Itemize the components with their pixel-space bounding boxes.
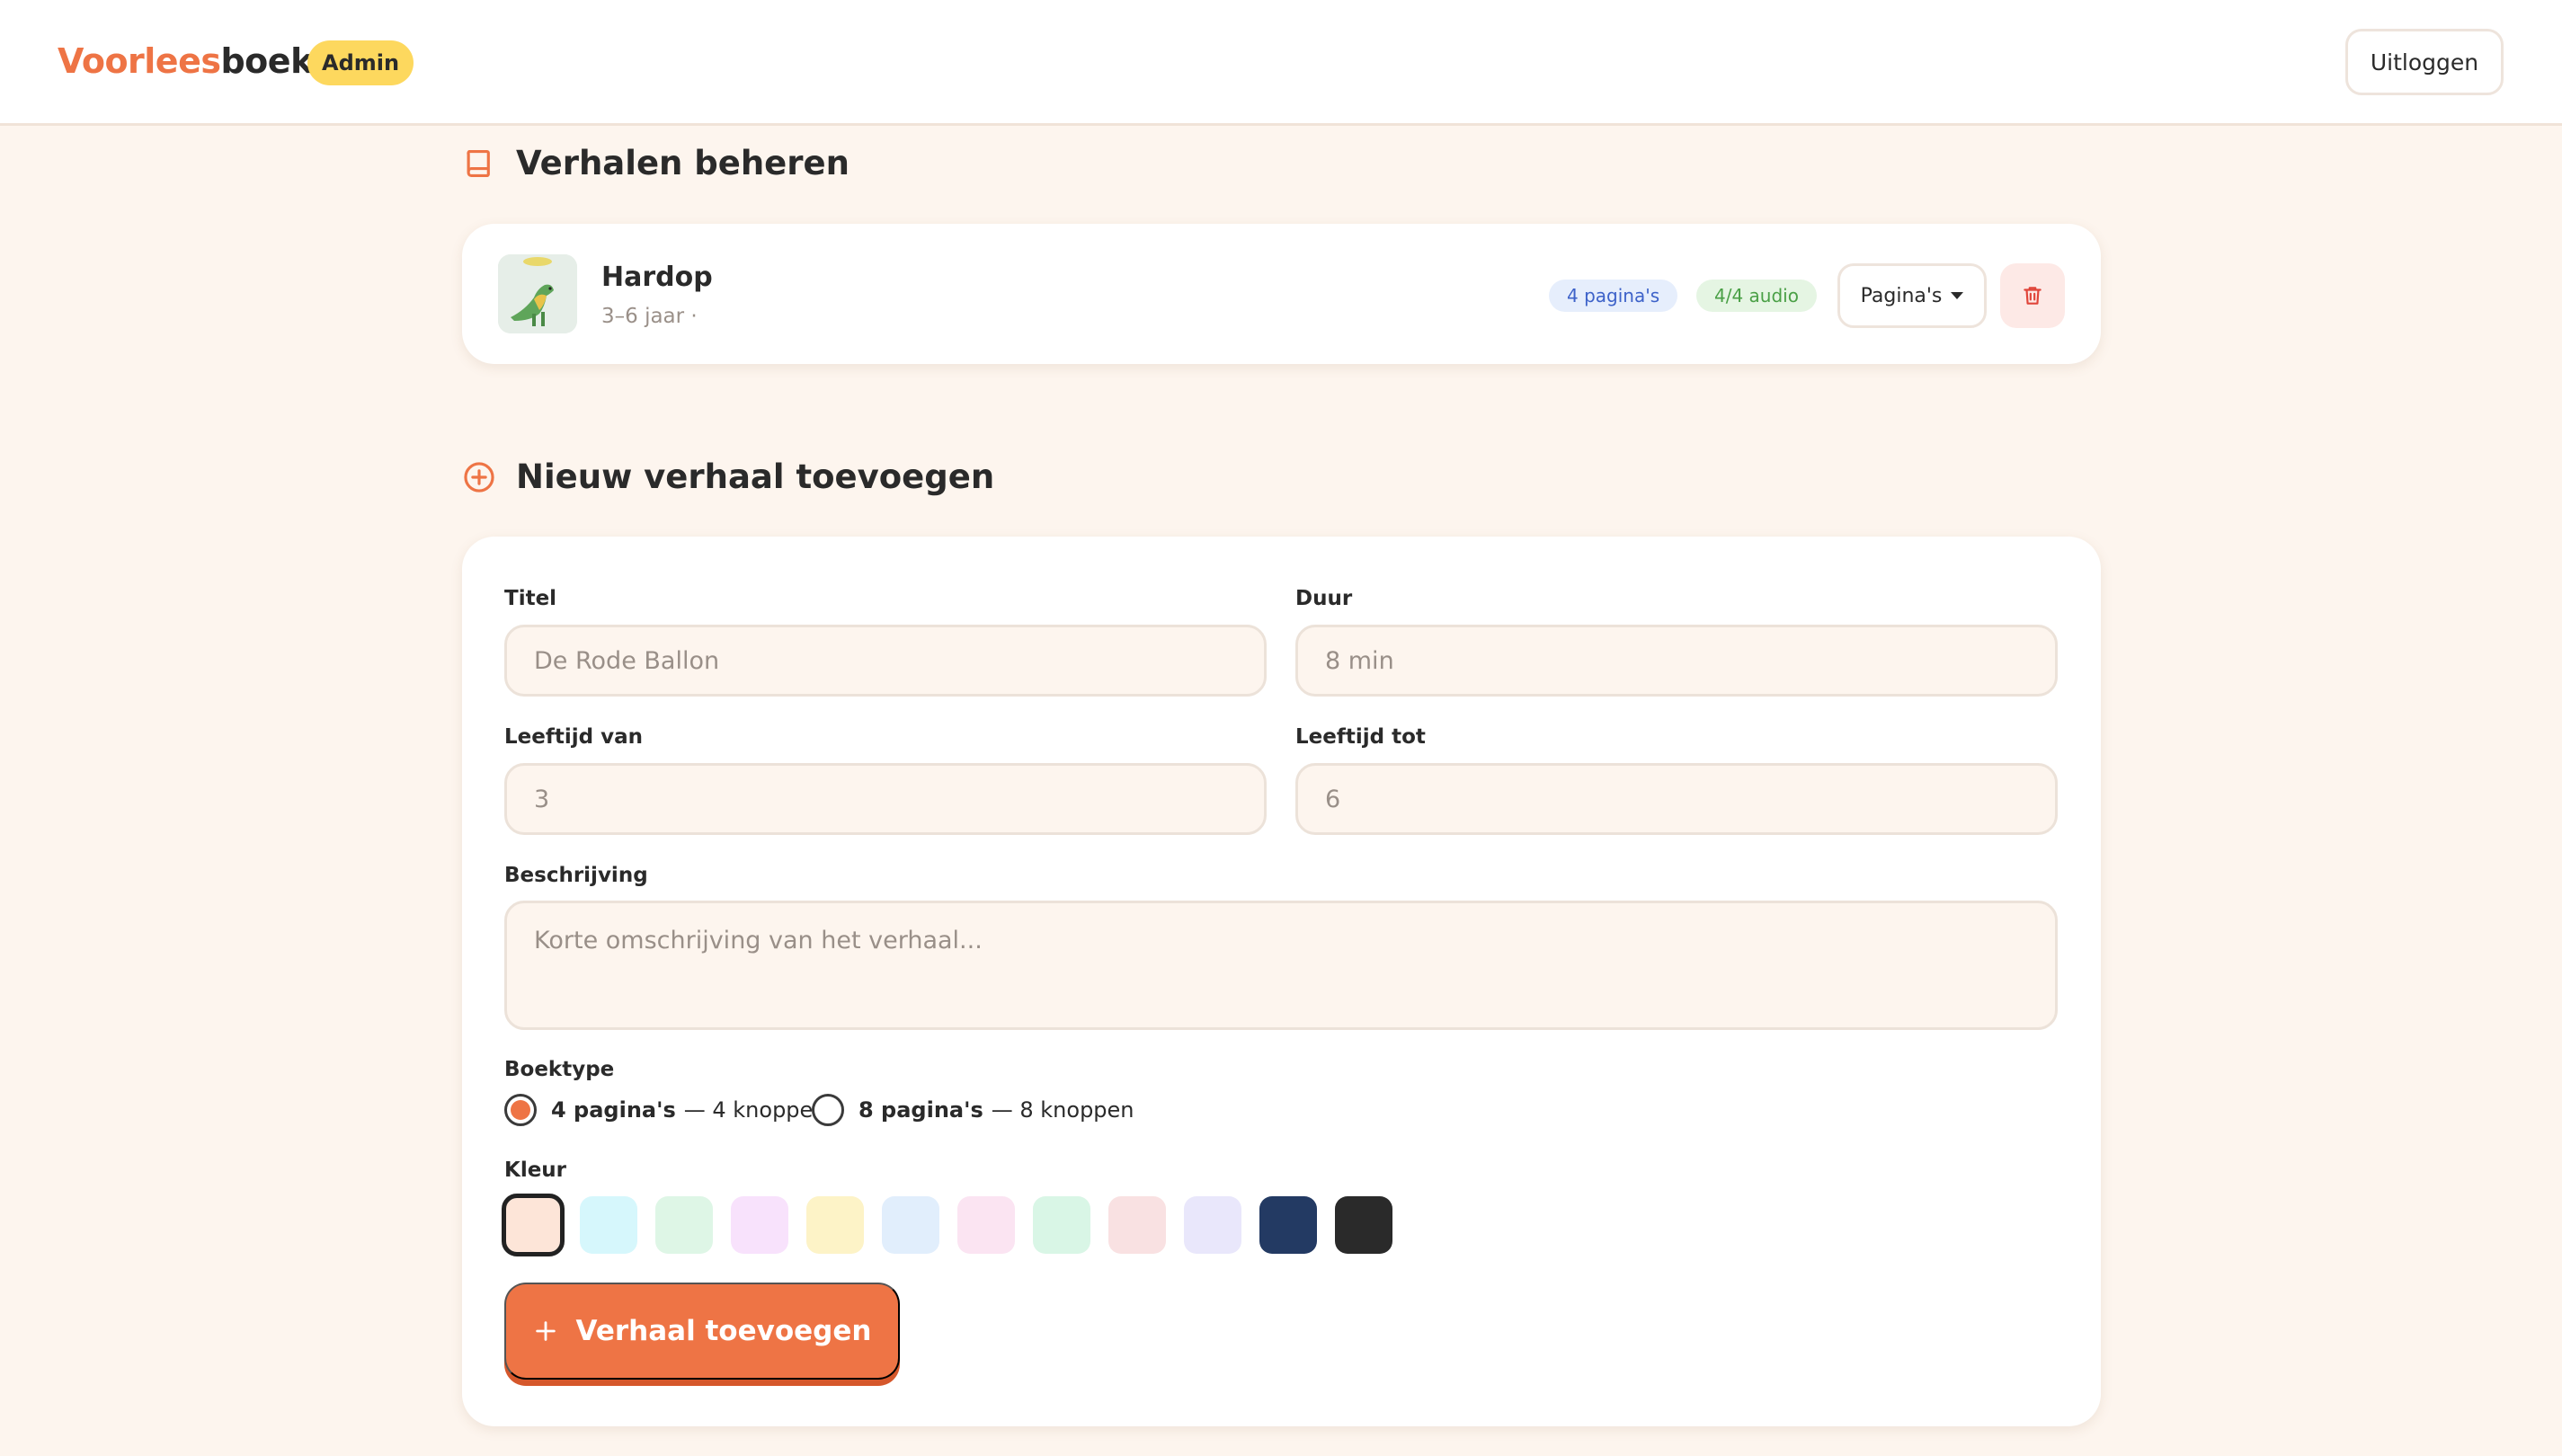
color-swatch[interactable] — [1335, 1196, 1392, 1254]
color-label: Kleur — [504, 1159, 567, 1182]
story-age-range: 3–6 jaar · — [601, 305, 698, 328]
color-swatch[interactable] — [1184, 1196, 1241, 1254]
story-title: Hardop — [601, 262, 713, 293]
logout-button[interactable]: Uitloggen — [2345, 29, 2504, 95]
booktype-option-bold: 4 pagina's — [551, 1097, 676, 1123]
booktype-label: Boektype — [504, 1058, 615, 1081]
page-count-badge: 4 pagina's — [1549, 280, 1678, 312]
app-logo[interactable]: Voorleesboek — [58, 41, 313, 81]
color-swatch[interactable] — [502, 1194, 565, 1256]
duration-input[interactable] — [1295, 625, 2058, 697]
color-swatch[interactable] — [655, 1196, 713, 1254]
booktype-option-bold: 8 pagina's — [858, 1097, 983, 1123]
color-swatch[interactable] — [1033, 1196, 1090, 1254]
top-bar: Voorleesboek Admin Uitloggen — [0, 0, 2562, 126]
logo-part-1: Voorlees — [58, 41, 221, 81]
trash-icon — [2024, 287, 2042, 305]
color-swatch[interactable] — [882, 1196, 939, 1254]
color-swatch[interactable] — [580, 1196, 637, 1254]
age-from-input[interactable] — [504, 763, 1267, 835]
story-cover-image[interactable] — [498, 254, 577, 333]
new-story-heading: Nieuw verhaal toevoegen — [462, 457, 994, 496]
booktype-option-8-pages[interactable]: 8 pagina's — 8 knoppen — [812, 1094, 1134, 1126]
radio-button[interactable] — [812, 1094, 844, 1126]
add-story-label: Verhaal toevoegen — [575, 1315, 872, 1347]
color-swatch[interactable] — [957, 1196, 1015, 1254]
title-input[interactable] — [504, 625, 1267, 697]
plus-icon — [535, 1321, 556, 1341]
manage-stories-heading: Verhalen beheren — [462, 144, 850, 182]
pages-dropdown-button[interactable]: Pagina's — [1837, 263, 1987, 328]
pages-dropdown-label: Pagina's — [1860, 284, 1943, 307]
new-story-title: Nieuw verhaal toevoegen — [516, 457, 995, 496]
logo-part-2: boek — [220, 41, 313, 81]
age-to-input[interactable] — [1295, 763, 2058, 835]
add-story-button[interactable]: Verhaal toevoegen — [504, 1283, 900, 1380]
new-story-form: Titel Duur Leeftijd van Leeftijd tot Bes… — [462, 537, 2101, 1426]
plus-circle-icon — [464, 461, 494, 493]
age-from-label: Leeftijd van — [504, 725, 643, 749]
manage-stories-title: Verhalen beheren — [516, 144, 850, 182]
description-textarea[interactable] — [504, 901, 2058, 1030]
description-label: Beschrijving — [504, 864, 648, 887]
color-swatch[interactable] — [1259, 1196, 1317, 1254]
color-swatch[interactable] — [806, 1196, 864, 1254]
story-card: Hardop 3–6 jaar · 4 pagina's 4/4 audio P… — [462, 224, 2101, 364]
chevron-down-icon — [1951, 292, 1964, 299]
color-swatch[interactable] — [731, 1196, 788, 1254]
dinosaur-illustration-icon — [498, 254, 577, 333]
audio-count-badge: 4/4 audio — [1696, 280, 1817, 312]
age-to-label: Leeftijd tot — [1295, 725, 1426, 749]
booktype-option-4-pages[interactable]: 4 pagina's — 4 knoppen — [504, 1094, 827, 1126]
color-swatch[interactable] — [1108, 1196, 1166, 1254]
radio-button-checked[interactable] — [504, 1094, 537, 1126]
booktype-option-rest: — 8 knoppen — [991, 1097, 1134, 1123]
duration-label: Duur — [1295, 587, 1353, 610]
booktype-option-rest: — 4 knoppen — [683, 1097, 827, 1123]
admin-badge: Admin — [307, 40, 414, 85]
delete-story-button[interactable] — [2000, 263, 2065, 328]
book-icon — [467, 149, 490, 177]
title-label: Titel — [504, 587, 557, 610]
